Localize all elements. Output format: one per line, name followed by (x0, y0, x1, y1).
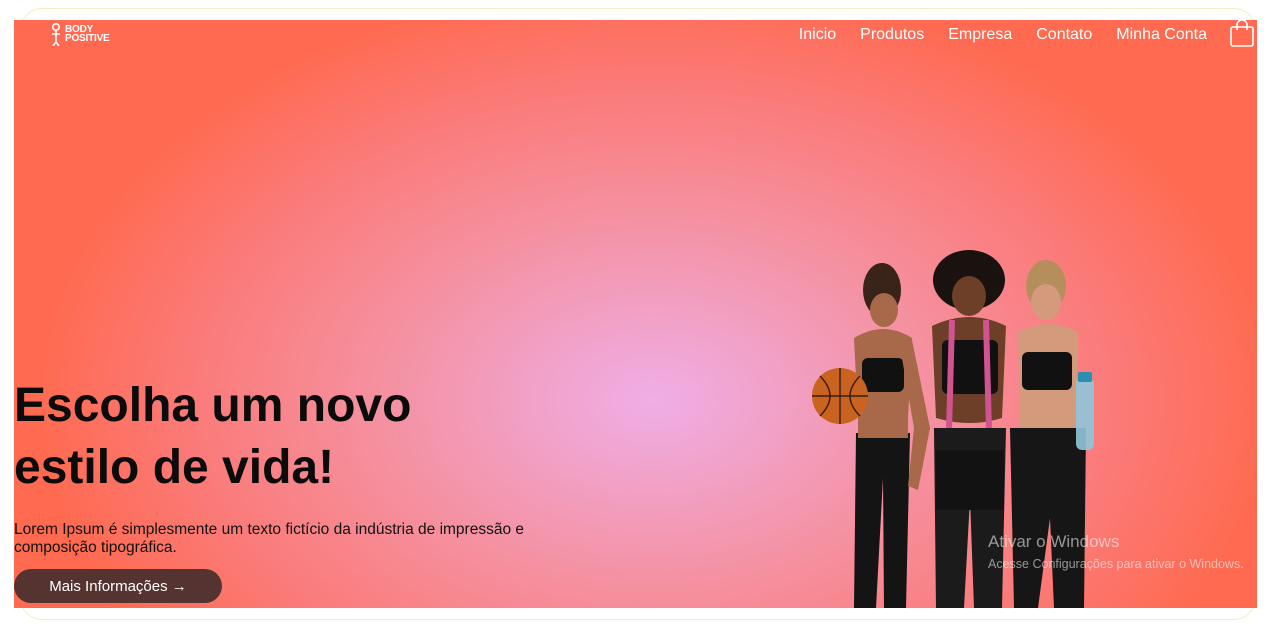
logo-line2: POSITIVE (65, 33, 110, 44)
brand-logo[interactable]: BODY POSITIVE (50, 22, 110, 46)
hero-title: Escolha um novo estilo de vida! (14, 379, 412, 494)
logo-text: BODY POSITIVE (65, 25, 110, 44)
nav-inicio[interactable]: Inicio (799, 26, 836, 44)
nav-empresa[interactable]: Empresa (948, 26, 1012, 44)
more-info-button[interactable]: Mais Informações → (14, 569, 222, 603)
watermark-title: Ativar o Windows (988, 532, 1120, 551)
watermark-subtitle: Acesse Configurações para ativar o Windo… (988, 557, 1244, 571)
hero-banner: BODY POSITIVE Inicio Produtos Empresa Co… (14, 20, 1257, 608)
windows-activation-watermark: Ativar o Windows Acesse Configurações pa… (988, 531, 1244, 575)
nav-minha-conta[interactable]: Minha Conta (1116, 26, 1207, 44)
woman-left (854, 263, 930, 608)
nav-contato[interactable]: Contato (1036, 26, 1092, 44)
nav-produtos[interactable]: Produtos (860, 26, 924, 44)
main-nav: Inicio Produtos Empresa Contato Minha Co… (799, 26, 1207, 44)
logo-figure-icon (51, 22, 61, 46)
hero-description: Lorem Ipsum é simplesmente um texto fict… (14, 521, 525, 556)
shopping-bag-icon[interactable] (1230, 20, 1254, 47)
